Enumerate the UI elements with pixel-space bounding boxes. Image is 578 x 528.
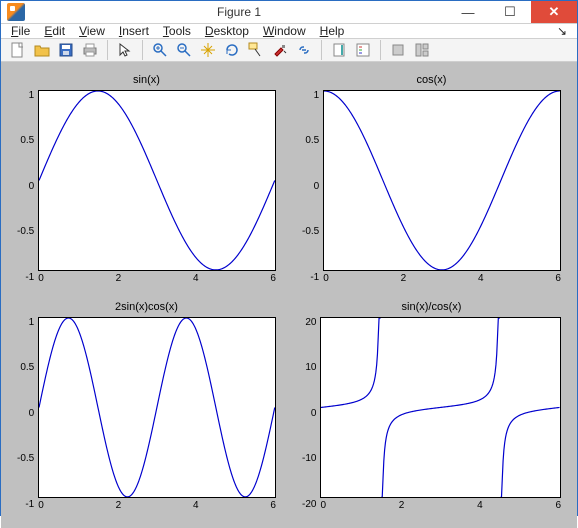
cursor-button[interactable] (114, 39, 136, 61)
subplot-1-title: sin(x) (17, 74, 276, 88)
subplot-2: cos(x) 1 0.5 0 -0.5 -1 0 2 4 (302, 74, 561, 283)
pan-button[interactable] (197, 39, 219, 61)
menu-edit[interactable]: Edit (44, 24, 65, 38)
subplot-3-title: 2sin(x)cos(x) (17, 301, 276, 315)
toolbar-separator (321, 40, 322, 60)
toolbar-separator (107, 40, 108, 60)
subplot-3-axes[interactable] (38, 317, 276, 498)
link-button[interactable] (293, 39, 315, 61)
subplot-4: sin(x)/cos(x) 20 10 0 -10 -20 0 2 (302, 301, 561, 510)
subplot-3: 2sin(x)cos(x) 1 0.5 0 -0.5 -1 0 2 (17, 301, 276, 510)
subplot-1-yticks: 1 0.5 0 -0.5 -1 (17, 90, 38, 283)
subplot-2-title: cos(x) (302, 74, 561, 88)
menu-view[interactable]: View (79, 24, 105, 38)
subplot-3-yticks: 1 0.5 0 -0.5 -1 (17, 317, 38, 510)
subplot-1-axes[interactable] (38, 90, 276, 271)
rotate-button[interactable] (221, 39, 243, 61)
subplot-4-yticks: 20 10 0 -10 -20 (302, 317, 320, 510)
menu-file[interactable]: File (11, 24, 30, 38)
subplot-2-axes[interactable] (323, 90, 561, 271)
titlebar: Figure 1 — ☐ ✕ (1, 1, 577, 24)
window-controls: — ☐ ✕ (447, 1, 577, 23)
insert-colorbar-button[interactable] (328, 39, 350, 61)
app-icon (7, 3, 25, 21)
toolbar-separator (380, 40, 381, 60)
figure-canvas[interactable]: sin(x) 1 0.5 0 -0.5 -1 0 2 4 (1, 62, 577, 528)
subplot-3-xticks: 0 2 4 6 (38, 498, 276, 510)
maximize-button[interactable]: ☐ (489, 1, 531, 23)
menu-overflow-icon[interactable]: ↘ (557, 24, 567, 38)
figure-window: Figure 1 — ☐ ✕ File Edit View Insert Too… (0, 0, 578, 516)
menubar: File Edit View Insert Tools Desktop Wind… (1, 24, 577, 39)
insert-legend-button[interactable] (352, 39, 374, 61)
subplot-grid: sin(x) 1 0.5 0 -0.5 -1 0 2 4 (17, 74, 561, 510)
brush-button[interactable] (269, 39, 291, 61)
menu-desktop[interactable]: Desktop (205, 24, 249, 38)
show-plot-tools-button[interactable] (411, 39, 433, 61)
zoom-in-button[interactable] (149, 39, 171, 61)
subplot-1: sin(x) 1 0.5 0 -0.5 -1 0 2 4 (17, 74, 276, 283)
close-button[interactable]: ✕ (531, 1, 577, 23)
zoom-out-button[interactable] (173, 39, 195, 61)
minimize-button[interactable]: — (447, 1, 489, 23)
window-title: Figure 1 (31, 5, 447, 19)
subplot-4-xticks: 0 2 4 6 (320, 498, 561, 510)
menu-window[interactable]: Window (263, 24, 306, 38)
menu-help[interactable]: Help (320, 24, 345, 38)
subplot-2-xticks: 0 2 4 6 (323, 271, 561, 283)
subplot-4-title: sin(x)/cos(x) (302, 301, 561, 315)
hide-plot-tools-button[interactable] (387, 39, 409, 61)
save-button[interactable] (55, 39, 77, 61)
open-button[interactable] (31, 39, 53, 61)
new-figure-button[interactable] (7, 39, 29, 61)
menu-tools[interactable]: Tools (163, 24, 191, 38)
toolbar-separator (142, 40, 143, 60)
print-button[interactable] (79, 39, 101, 61)
subplot-1-xticks: 0 2 4 6 (38, 271, 276, 283)
toolbar (1, 39, 577, 62)
subplot-4-axes[interactable] (320, 317, 561, 498)
menu-insert[interactable]: Insert (119, 24, 149, 38)
subplot-2-yticks: 1 0.5 0 -0.5 -1 (302, 90, 323, 283)
data-cursor-button[interactable] (245, 39, 267, 61)
